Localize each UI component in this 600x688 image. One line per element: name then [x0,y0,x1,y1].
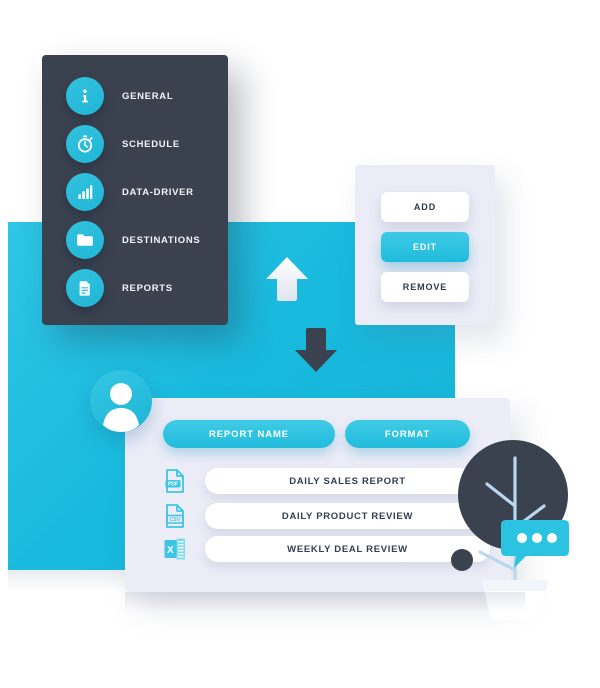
remove-button[interactable]: REMOVE [381,272,469,302]
svg-text:PDF: PDF [168,482,178,488]
sidebar-item-label: SCHEDULE [122,138,180,150]
sidebar-item-destinations[interactable]: DESTINATIONS [42,216,228,264]
pdf-file-icon: PDF [163,468,187,494]
chat-bubble-icon [500,518,570,574]
sidebar-item-general[interactable]: GENERAL [42,72,228,120]
sidebar-item-label: DESTINATIONS [122,234,201,246]
panel-ground-shadow [125,592,525,612]
sidebar-item-data-driver[interactable]: DATA-DRIVER [42,168,228,216]
stopwatch-icon [66,125,104,163]
illustration-scene: GENERAL SCHEDULE DATA-DRIVER DESTINATION… [0,0,600,688]
sidebar-item-label: GENERAL [122,90,174,102]
add-button[interactable]: ADD [381,192,469,222]
user-avatar-icon [90,370,152,432]
bar-chart-icon [66,173,104,211]
sidebar-item-label: REPORTS [122,282,173,294]
sidebar-item-label: DATA-DRIVER [122,186,194,198]
sidebar-item-reports[interactable]: REPORTS [42,264,228,312]
column-header-report-name[interactable]: REPORT NAME [163,420,335,448]
sidebar-panel: GENERAL SCHEDULE DATA-DRIVER DESTINATION… [42,55,228,325]
csv-file-icon: CSV [163,503,187,529]
info-icon [66,77,104,115]
svg-text:CSV: CSV [170,517,181,523]
upload-arrow-icon [264,255,310,303]
folder-icon [66,221,104,259]
excel-file-icon: X [163,536,187,562]
svg-text:X: X [167,545,174,556]
document-icon [66,269,104,307]
edit-button[interactable]: EDIT [381,232,469,262]
sidebar-item-schedule[interactable]: SCHEDULE [42,120,228,168]
actions-panel: ADD EDIT REMOVE [355,165,495,325]
download-arrow-icon [293,326,339,374]
